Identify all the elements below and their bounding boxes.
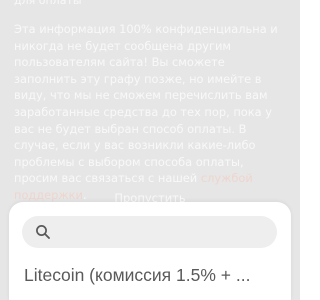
search-input[interactable] xyxy=(60,216,265,248)
search-box[interactable] xyxy=(22,216,277,248)
payment-method-page: для оплаты Эта информация 100% конфиденц… xyxy=(0,0,300,300)
privacy-notice-text: Эта информация 100% конфиденциальна и ни… xyxy=(14,22,278,186)
search-icon xyxy=(35,224,51,240)
privacy-notice: Эта информация 100% конфиденциальна и ни… xyxy=(14,21,286,204)
payment-method-item[interactable]: Litecoin (комиссия 1.5% + ... xyxy=(24,264,286,286)
background-heading: для оплаты xyxy=(14,0,82,7)
payment-method-sheet: Litecoin (комиссия 1.5% + ... xyxy=(9,202,291,300)
